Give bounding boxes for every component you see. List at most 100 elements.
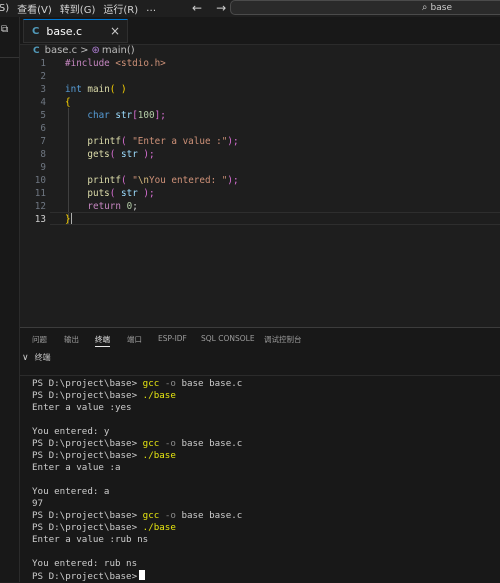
command: gcc: [142, 438, 160, 449]
flag: -o: [164, 510, 176, 521]
code-token: );: [227, 136, 239, 147]
line-number: 4: [40, 97, 46, 108]
line-number: 6: [40, 123, 46, 134]
breadcrumb: C base.c > ⊛ main(): [33, 45, 135, 56]
divider: [20, 375, 500, 376]
command: ./base: [142, 390, 176, 401]
function-symbol-icon: ⊛: [91, 45, 100, 56]
code-line: 7 printf( "Enter a value :");: [20, 135, 500, 148]
terminal-output[interactable]: PS D:\project\base> gcc -o base base.c P…: [32, 378, 492, 582]
terminal-section-header[interactable]: ∨ 终端: [22, 352, 51, 363]
code-token: printf: [87, 175, 121, 186]
tab-sql-console[interactable]: SQL CONSOLE: [201, 334, 255, 343]
nav-buttons: ← →: [192, 1, 226, 15]
prompt: PS D:\project\base>: [32, 522, 138, 533]
prompt: PS D:\project\base>: [32, 378, 138, 389]
code-token: );: [227, 175, 239, 186]
search-text: base: [430, 2, 452, 13]
code-line: 1 #include <stdio.h>: [20, 57, 500, 70]
user-input: rub ns: [114, 534, 149, 545]
tab-ports[interactable]: 端口: [127, 334, 142, 345]
output: Enter a value :: [32, 534, 115, 545]
code-line: 5 char str[100];: [20, 109, 500, 122]
command-center-search[interactable]: ⌕ base: [230, 0, 500, 15]
c-file-icon: C: [32, 25, 40, 37]
tab-problems[interactable]: 问题: [32, 334, 47, 345]
code-line: 10 printf( "\nYou entered: ");: [20, 174, 500, 187]
c-file-icon: C: [33, 45, 40, 56]
menu-item-view[interactable]: 查看(V): [13, 1, 56, 16]
code-line: 4 {: [20, 96, 500, 109]
code-token: (: [120, 175, 127, 186]
breadcrumb-symbol[interactable]: main(): [102, 45, 135, 56]
tab-label: base.c: [46, 24, 83, 38]
code-line: 8 gets( str );: [20, 148, 500, 161]
tab-esp-idf[interactable]: ESP-IDF: [158, 334, 187, 343]
command: gcc: [142, 510, 160, 521]
command: gcc: [142, 378, 160, 389]
output: You entered: y: [32, 426, 110, 437]
code-token: (: [120, 136, 127, 147]
code-token: str: [121, 188, 138, 199]
tab-output[interactable]: 输出: [64, 334, 79, 345]
flag: -o: [164, 438, 176, 449]
menu-item-run[interactable]: 运行(R): [99, 1, 142, 16]
code-token: #include: [65, 58, 110, 69]
code-line: 3 int main( ): [20, 83, 500, 96]
code-token: ( ): [109, 84, 127, 95]
code-token: ];: [154, 110, 166, 121]
code-token: (: [109, 149, 116, 160]
prompt: PS D:\project\base>: [32, 438, 138, 449]
code-editor[interactable]: 1 #include <stdio.h> 2 3 int main( ) 4 {…: [20, 57, 500, 327]
args: base base.c: [181, 510, 243, 521]
divider: [0, 57, 19, 58]
copy-icon[interactable]: ⧉: [1, 24, 8, 35]
breadcrumb-file[interactable]: base.c: [45, 45, 78, 56]
tab-terminal[interactable]: 终端: [95, 334, 110, 347]
forward-arrow-icon[interactable]: →: [216, 1, 226, 15]
code-token: ;: [132, 201, 138, 212]
code-token: str: [121, 149, 138, 160]
tab-base-c[interactable]: C base.c ×: [23, 19, 128, 43]
code-line: 12 return 0;: [20, 200, 500, 213]
code-token: str: [115, 110, 133, 121]
terminal-line: Enter a value :a: [32, 462, 492, 474]
bottom-panel: 问题 输出 终端 端口 ESP-IDF SQL CONSOLE 调试控制台 ∨ …: [20, 327, 500, 583]
command: ./base: [142, 522, 176, 533]
terminal-line: 97: [32, 498, 492, 510]
flag: -o: [164, 378, 176, 389]
line-number: 12: [34, 201, 46, 212]
terminal-line: PS D:\project\base> gcc -o base base.c: [32, 438, 492, 450]
code-token: printf: [87, 136, 121, 147]
terminal-line: PS D:\project\base> gcc -o base base.c: [32, 510, 492, 522]
args: base base.c: [181, 438, 243, 449]
chevron-down-icon: ∨: [22, 352, 29, 363]
output: 97: [32, 498, 44, 509]
back-arrow-icon[interactable]: ←: [192, 1, 202, 15]
line-number: 8: [40, 149, 46, 160]
line-number: 5: [40, 110, 46, 121]
search-icon: ⌕: [421, 2, 428, 13]
line-number: 13: [34, 214, 46, 225]
code-token: puts: [87, 188, 110, 199]
menu-item-selection[interactable]: (S): [0, 3, 13, 14]
terminal-line: You entered: a: [32, 486, 492, 498]
close-icon[interactable]: ×: [110, 24, 120, 38]
code-line: 6: [20, 122, 500, 135]
terminal-line: Enter a value :yes: [32, 402, 492, 414]
tab-debug-console[interactable]: 调试控制台: [264, 334, 302, 345]
menu-item-go[interactable]: 转到(G): [56, 1, 100, 16]
code-token: return: [87, 201, 121, 212]
terminal-line: You entered: y: [32, 426, 492, 438]
terminal-line: PS D:\project\base> ./base: [32, 390, 492, 402]
line-number: 10: [34, 175, 46, 186]
code-token: "Enter a value :": [132, 136, 228, 147]
code-token: You entered: ": [149, 175, 228, 186]
menu-item-more[interactable]: …: [142, 3, 160, 14]
editor-tab-bar: C base.c ×: [20, 17, 500, 45]
code-line: 13 }: [20, 213, 500, 226]
text-cursor: [70, 213, 72, 224]
terminal-line: Enter a value :rub ns: [32, 534, 492, 546]
